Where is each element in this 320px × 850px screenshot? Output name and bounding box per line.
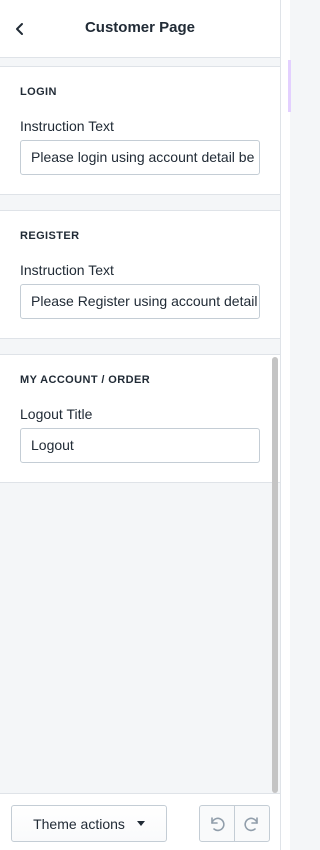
login-section: LOGIN Instruction Text Please login usin… — [0, 66, 280, 195]
customizer-panel: Customer Page LOGIN Instruction Text Ple… — [0, 0, 280, 850]
section-title: MY ACCOUNT / ORDER — [20, 374, 151, 386]
undo-redo-group — [199, 805, 270, 842]
section-title: LOGIN — [20, 86, 57, 98]
theme-actions-label: Theme actions — [33, 815, 125, 832]
scrollbar[interactable] — [272, 357, 278, 793]
field-label: Logout Title — [20, 406, 93, 422]
panel-header: Customer Page — [0, 0, 280, 58]
redo-button[interactable] — [235, 806, 269, 841]
logout-title-input[interactable]: Logout — [20, 428, 260, 463]
my-account-section: MY ACCOUNT / ORDER Logout Title Logout — [0, 354, 280, 483]
field-label: Instruction Text — [20, 118, 114, 134]
undo-icon — [211, 816, 225, 831]
caret-down-icon — [136, 821, 145, 826]
field-label: Instruction Text — [20, 262, 114, 278]
redo-icon — [244, 816, 258, 831]
undo-button[interactable] — [200, 806, 235, 841]
preview-edge — [280, 0, 291, 850]
login-instruction-input[interactable]: Please login using account detail be — [20, 140, 260, 175]
register-section: REGISTER Instruction Text Please Registe… — [0, 210, 280, 339]
page-title: Customer Page — [84, 19, 196, 36]
theme-actions-button[interactable]: Theme actions — [11, 805, 167, 842]
section-title: REGISTER — [20, 230, 80, 242]
panel-footer: Theme actions — [0, 793, 280, 850]
register-instruction-input[interactable]: Please Register using account detail — [20, 284, 260, 319]
preview-accent — [288, 60, 291, 112]
